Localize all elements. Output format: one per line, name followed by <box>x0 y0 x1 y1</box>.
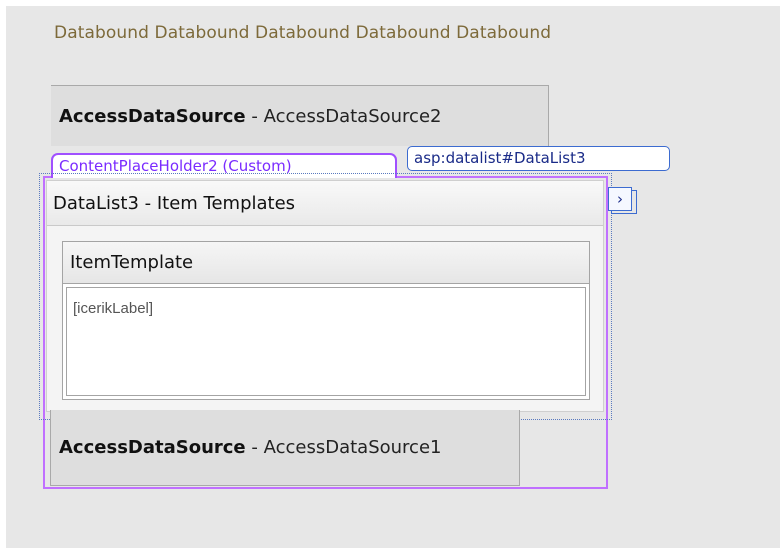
smart-tag-chevron-icon[interactable]: › <box>608 187 632 211</box>
datasource-separator: - <box>245 437 264 458</box>
access-datasource-2[interactable]: AccessDataSource - AccessDataSource2 <box>51 85 549 146</box>
datasource-type-label: AccessDataSource <box>59 437 246 458</box>
datasource-name: AccessDataSource1 <box>263 437 442 458</box>
datasource-separator: - <box>245 105 264 127</box>
datalist-element-tag[interactable]: asp:datalist#DataList3 <box>407 146 670 171</box>
databound-row: Databound Databound Databound Databound … <box>54 23 552 43</box>
datasource-name: AccessDataSource2 <box>263 105 442 127</box>
access-datasource-1[interactable]: AccessDataSource - AccessDataSource1 <box>50 410 520 486</box>
datalist-selection-frame <box>39 173 612 420</box>
datasource-type-label: AccessDataSource <box>59 105 246 127</box>
